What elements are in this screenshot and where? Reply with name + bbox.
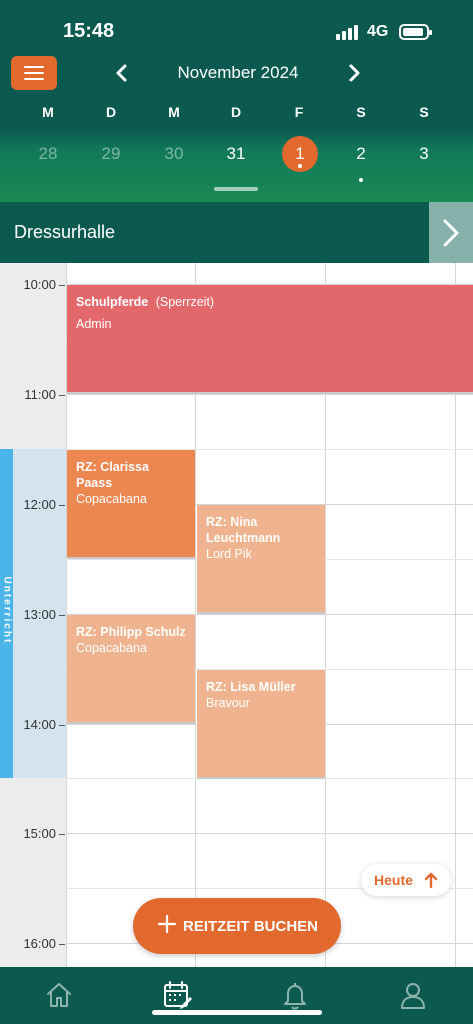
hour-label: 12:00	[0, 497, 65, 512]
user-icon	[401, 983, 425, 1009]
day-cell[interactable]: 30	[154, 136, 194, 176]
prev-month-button[interactable]	[110, 58, 134, 88]
hour-label: 15:00	[0, 826, 65, 841]
hour-label: 16:00	[0, 936, 65, 951]
today-button[interactable]: Heute	[361, 864, 451, 896]
day-cell[interactable]: 3	[404, 136, 444, 176]
grid-line	[66, 394, 473, 395]
day-row: 28 29 30 31 1 2 3	[0, 136, 473, 182]
weekday-label: M	[42, 104, 54, 120]
event-title: RZ: Clarissa Paass	[76, 460, 149, 490]
book-ride-time-label: REITZEIT BUCHEN	[183, 918, 318, 935]
home-indicator	[152, 1010, 322, 1015]
home-icon	[47, 983, 71, 1007]
event-card[interactable]: RZ: Lisa Müller Bravour	[197, 670, 325, 779]
hour-label: 13:00	[0, 607, 65, 622]
event-card[interactable]: RZ: Philipp Schulz Copacabana	[67, 615, 195, 724]
event-title: Schulpferde	[76, 295, 149, 309]
chevron-right-icon	[349, 64, 360, 82]
weekday-label: F	[294, 104, 304, 120]
day-cell[interactable]: 2	[341, 136, 381, 182]
status-bar: 15:48 4G	[0, 18, 473, 46]
weekday-label: D	[230, 104, 242, 120]
network-type: 4G	[367, 23, 389, 40]
hour-label: 10:00	[0, 277, 65, 292]
next-month-button[interactable]	[342, 58, 366, 88]
battery-icon	[399, 24, 432, 40]
event-subtitle: Admin	[76, 317, 112, 331]
event-card[interactable]: Schulpferde (Sperrzeit) Admin	[67, 285, 473, 394]
day-cell[interactable]: 31	[216, 136, 256, 176]
chevron-right-icon	[443, 219, 459, 247]
hour-label: 14:00	[0, 717, 65, 732]
weekday-label: S	[356, 104, 366, 120]
tab-bar	[0, 967, 473, 1024]
weekday-label: M	[168, 104, 180, 120]
status-time: 15:48	[63, 20, 115, 42]
bell-icon	[284, 983, 306, 1010]
drag-handle[interactable]	[214, 187, 258, 191]
event-subtitle: Bravour	[206, 696, 250, 710]
resource-name: Dressurhalle	[14, 222, 116, 242]
month-label[interactable]: November 2024	[134, 63, 342, 83]
menu-button[interactable]	[11, 56, 57, 90]
arrow-up-icon	[424, 872, 438, 888]
calendar-header: 15:48 4G November 2024 M D M D F S S 28 …	[0, 0, 473, 202]
tab-notifications[interactable]	[279, 979, 311, 1011]
hour-label: 11:00	[0, 387, 65, 402]
day-cell[interactable]: 29	[91, 136, 131, 176]
event-card[interactable]: RZ: Clarissa Paass Copacabana	[67, 450, 195, 559]
tab-calendar[interactable]	[161, 979, 193, 1011]
book-ride-time-button[interactable]: REITZEIT BUCHEN	[133, 898, 341, 954]
event-title: RZ: Philipp Schulz	[76, 625, 186, 639]
resource-bar: Dressurhalle	[0, 202, 473, 263]
event-title: RZ: Lisa Müller	[206, 680, 296, 694]
weekday-label: S	[419, 104, 429, 120]
chevron-left-icon	[116, 64, 127, 82]
event-title: RZ: Nina Leuchtmann	[206, 515, 281, 545]
signal-icon	[336, 24, 360, 40]
event-card[interactable]: RZ: Nina Leuchtmann Lord Pik	[197, 505, 325, 614]
plus-icon	[157, 913, 177, 937]
day-cell-selected[interactable]: 1	[282, 136, 318, 172]
event-subtitle: Copacabana	[76, 641, 147, 655]
weekday-row: M D M D F S S	[0, 104, 473, 124]
day-cell[interactable]: 28	[28, 136, 68, 176]
grid-line	[66, 833, 473, 834]
event-tag: (Sperrzeit)	[155, 295, 215, 309]
tab-home[interactable]	[43, 979, 75, 1011]
tab-profile[interactable]	[397, 979, 429, 1011]
day-schedule-grid[interactable]: Unterricht 10:00 11:00 12:00 13:00 14:00…	[0, 263, 473, 967]
today-label: Heute	[374, 872, 413, 888]
event-subtitle: Copacabana	[76, 492, 147, 506]
month-navigation: November 2024	[110, 58, 366, 88]
next-resource-button[interactable]	[429, 202, 473, 263]
weekday-label: D	[105, 104, 117, 120]
calendar-edit-icon	[164, 981, 192, 1009]
event-subtitle: Lord Pik	[206, 547, 252, 561]
